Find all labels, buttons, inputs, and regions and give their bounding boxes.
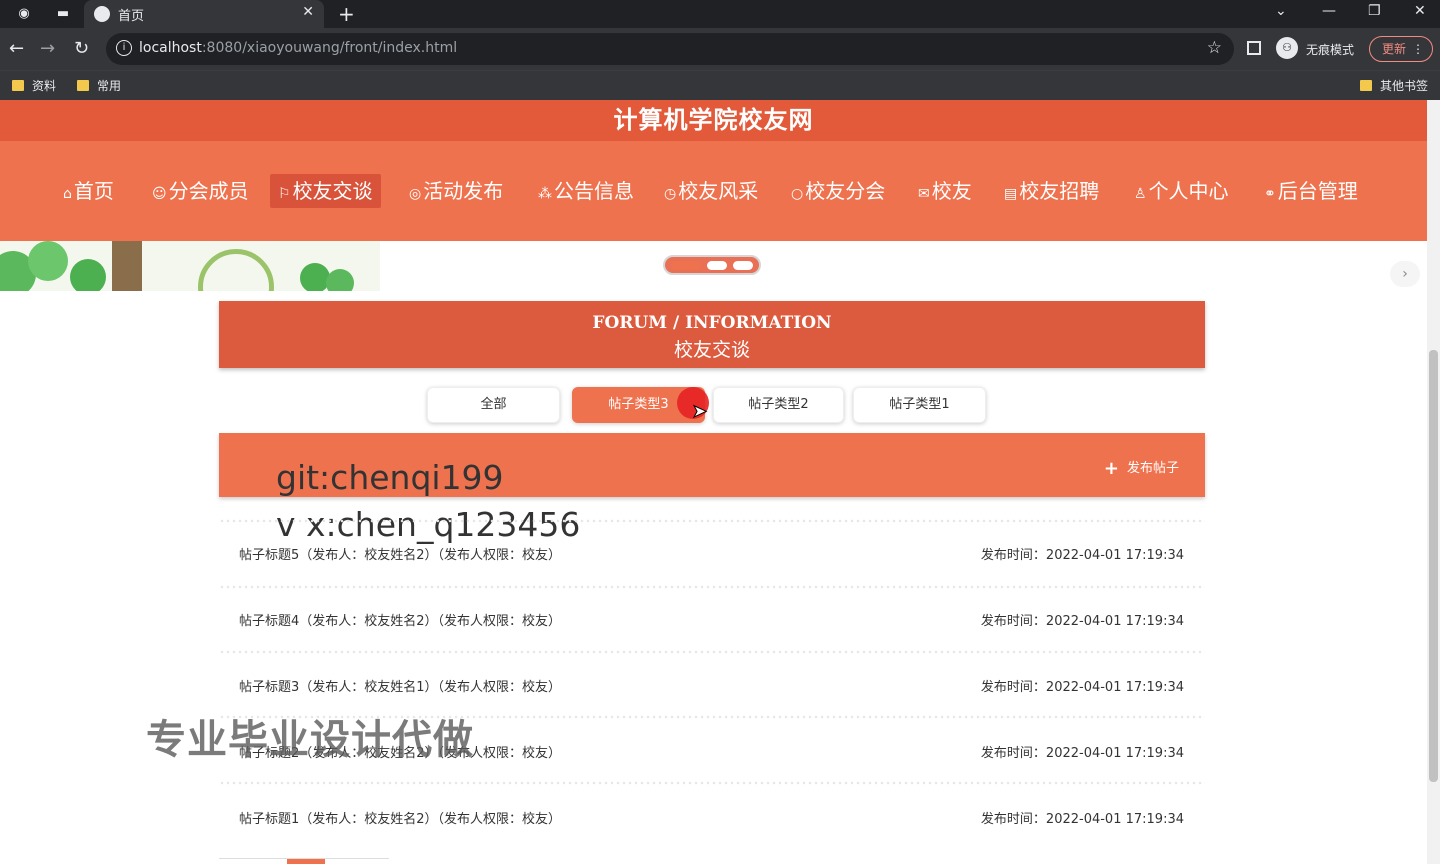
browser-tab-strip: ◉ ▬ 首页 ✕ + ⌄ — ❐ ✕ <box>0 0 1440 28</box>
forum-heading-cn: 校友交谈 <box>673 339 750 361</box>
folder-icon <box>77 80 89 91</box>
tab-favicon-icon <box>94 6 110 22</box>
tab-title: 首页 <box>118 9 145 24</box>
home-icon: ⌂ <box>63 186 72 202</box>
post-row[interactable]: 帖子标题5（发布人：校友姓名2）（发布人权限：校友） 发布时间：2022-04-… <box>219 537 1205 567</box>
post-title[interactable]: 帖子标题3（发布人：校友姓名1）（发布人权限：校友） <box>239 676 561 695</box>
minimize-icon[interactable]: — <box>1322 3 1336 19</box>
banner-image <box>0 241 380 291</box>
document-icon: ▤ <box>1004 186 1018 202</box>
post-row[interactable]: 帖子标题3（发布人：校友姓名1）（发布人权限：校友） 发布时间：2022-04-… <box>219 669 1205 699</box>
nav-item-showcase[interactable]: ◷ 校友风采 <box>656 174 766 208</box>
activity-icon: ◎ <box>409 186 422 202</box>
globe-icon[interactable]: ◉ <box>16 6 32 22</box>
divider <box>219 650 1205 654</box>
indicator-dot-active[interactable] <box>671 261 701 270</box>
incognito-label: 无痕模式 <box>1306 43 1355 57</box>
circle-icon: ○ <box>791 186 804 202</box>
nav-item-forum[interactable]: ⚐ 校友交谈 <box>270 174 381 208</box>
folder-icon <box>12 80 24 91</box>
folder-icon <box>1360 80 1372 91</box>
url-text: localhost:8080/xiaoyouwang/front/index.h… <box>139 40 458 56</box>
pagination-active-page[interactable] <box>287 859 325 864</box>
filter-all-button[interactable]: 全部 <box>427 387 560 423</box>
plus-icon: + <box>1103 458 1119 479</box>
main-nav: ⌂ 首页 ☺ 分会成员 ⚐ 校友交谈 ◎ 活动发布 ⁂ 公告信息 ◷ 校友风采 ○ 校友分会 … <box>0 141 1427 241</box>
indicator-dot[interactable] <box>733 261 753 270</box>
clock-icon: ◷ <box>664 186 677 202</box>
nav-item-activities[interactable]: ◎ 活动发布 <box>401 174 511 208</box>
members-icon: ☺ <box>152 186 167 202</box>
bookmark-folder-2[interactable]: 常用 <box>77 77 121 94</box>
bookmarks-bar: 资料 常用 其他书签 <box>0 70 1440 100</box>
close-tab-icon[interactable]: ✕ <box>302 4 314 20</box>
address-bar[interactable]: i localhost:8080/xiaoyouwang/front/index… <box>106 33 1234 65</box>
banner-carousel[interactable]: › <box>0 241 1427 291</box>
restore-icon[interactable]: ❐ <box>1368 3 1381 19</box>
divider <box>219 585 1205 589</box>
filter-type1-button[interactable]: 帖子类型1 <box>853 387 986 423</box>
pagination[interactable] <box>219 858 389 864</box>
page-viewport: 计算机学院校友网 ⌂ 首页 ☺ 分会成员 ⚐ 校友交谈 ◎ 活动发布 ⁂ 公告信息 ◷ 校友… <box>0 100 1427 864</box>
notice-icon: ⁂ <box>538 186 552 202</box>
nav-item-profile[interactable]: ♙ 个人中心 <box>1126 174 1237 208</box>
post-time: 发布时间：2022-04-01 17:19:34 <box>980 812 1184 827</box>
post-time: 发布时间：2022-04-01 17:19:34 <box>980 680 1184 695</box>
link-icon: ⚭ <box>1264 186 1276 202</box>
forward-icon[interactable]: → <box>40 38 55 59</box>
filter-type2-button[interactable]: 帖子类型2 <box>713 387 844 423</box>
add-post-button[interactable]: + 发布帖子 <box>1104 457 1179 479</box>
site-title: 计算机学院校友网 <box>0 100 1427 141</box>
scrollbar-thumb[interactable] <box>1429 350 1438 782</box>
mouse-cursor-icon: ➤ <box>691 401 708 423</box>
overlay-promo-text: 专业毕业设计代做 <box>146 717 474 763</box>
carousel-indicator[interactable] <box>663 255 761 275</box>
browser-toolbar: ← → ↻ i localhost:8080/xiaoyouwang/front… <box>0 28 1440 70</box>
post-time: 发布时间：2022-04-01 17:19:34 <box>980 614 1184 629</box>
tab-search-icon[interactable]: ⌄ <box>1275 3 1287 19</box>
nav-item-notices[interactable]: ⁂ 公告信息 <box>530 174 642 208</box>
carousel-next-icon[interactable]: › <box>1390 261 1420 287</box>
menu-dots-icon[interactable]: ⋮ <box>1412 37 1424 61</box>
divider <box>219 519 1205 523</box>
other-bookmarks[interactable]: 其他书签 <box>1360 77 1428 94</box>
browser-tab[interactable]: 首页 ✕ <box>84 0 324 28</box>
bookmark-star-icon[interactable]: ☆ <box>1207 38 1222 58</box>
flag-icon: ⚐ <box>278 186 291 202</box>
post-title[interactable]: 帖子标题5（发布人：校友姓名2）（发布人权限：校友） <box>239 544 561 563</box>
site-info-icon[interactable]: i <box>116 40 132 56</box>
update-button[interactable]: 更新 ⋮ <box>1369 36 1433 62</box>
bookmark-folder-1[interactable]: 资料 <box>12 77 56 94</box>
post-row[interactable]: 帖子标题1（发布人：校友姓名2）（发布人权限：校友） 发布时间：2022-04-… <box>219 801 1205 831</box>
forum-header: FORUM / INFORMATION 校友交谈 <box>219 301 1205 368</box>
reload-icon[interactable]: ↻ <box>74 38 89 59</box>
user-icon: ♙ <box>1134 186 1147 202</box>
new-tab-icon[interactable]: + <box>338 2 355 26</box>
nav-item-admin[interactable]: ⚭ 后台管理 <box>1256 174 1366 208</box>
post-row[interactable]: 帖子标题4（发布人：校友姓名2）（发布人权限：校友） 发布时间：2022-04-… <box>219 603 1205 633</box>
nav-item-members[interactable]: ☺ 分会成员 <box>144 174 257 208</box>
indicator-dot[interactable] <box>707 261 727 270</box>
post-time: 发布时间：2022-04-01 17:19:34 <box>980 548 1184 563</box>
post-time: 发布时间：2022-04-01 17:19:34 <box>980 746 1184 761</box>
mail-icon: ✉ <box>918 186 930 202</box>
side-panel-icon[interactable] <box>1247 41 1261 55</box>
post-title[interactable]: 帖子标题4（发布人：校友姓名2）（发布人权限：校友） <box>239 610 561 629</box>
forum-heading-en: FORUM / INFORMATION <box>592 313 832 333</box>
nav-item-home[interactable]: ⌂ 首页 <box>55 174 122 208</box>
tab-overview-icon[interactable]: ▬ <box>55 6 71 22</box>
overlay-text-git: git:chenqi199 <box>276 458 504 497</box>
nav-item-alumni[interactable]: ✉ 校友 <box>910 174 980 208</box>
page-scrollbar[interactable] <box>1427 100 1440 864</box>
incognito-icon: ⚇ <box>1276 37 1298 59</box>
back-icon[interactable]: ← <box>9 38 24 59</box>
window-close-icon[interactable]: ✕ <box>1414 3 1426 19</box>
divider <box>219 781 1205 785</box>
post-title[interactable]: 帖子标题1（发布人：校友姓名2）（发布人权限：校友） <box>239 808 561 827</box>
nav-item-jobs[interactable]: ▤ 校友招聘 <box>996 174 1107 208</box>
nav-item-branches[interactable]: ○ 校友分会 <box>783 174 893 208</box>
